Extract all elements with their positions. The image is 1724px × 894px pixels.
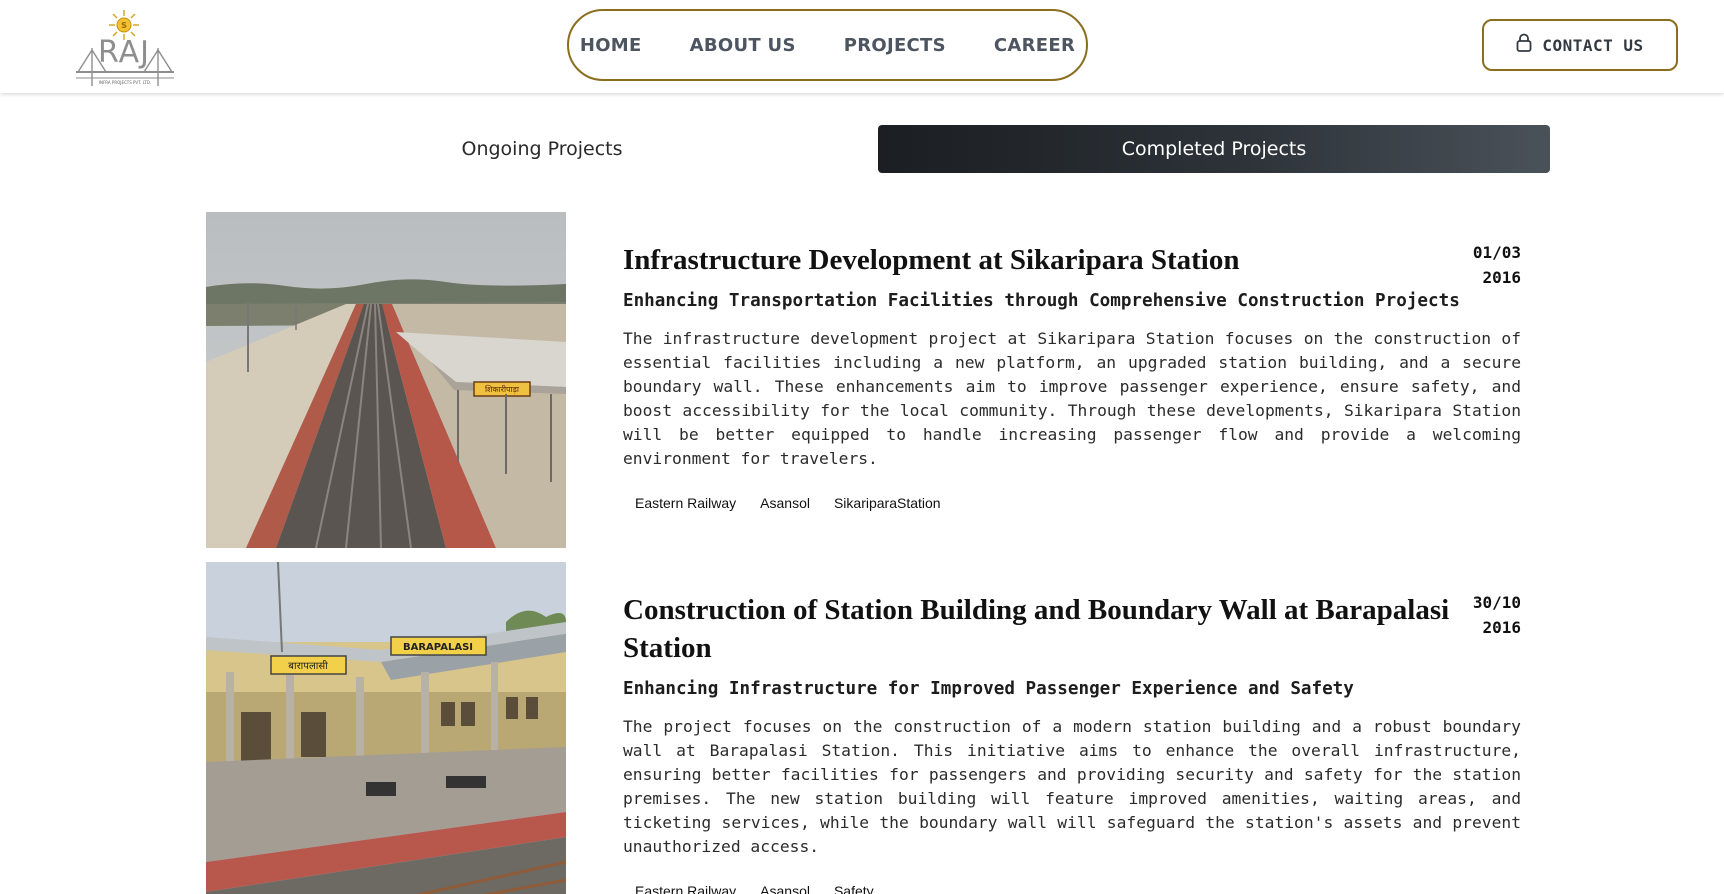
project-tags: Eastern Railway Asansol SikariparaStatio…	[623, 489, 1521, 517]
contact-us-button[interactable]: CONTACT US	[1482, 19, 1678, 71]
project-subtitle: Enhancing Infrastructure for Improved Pa…	[623, 679, 1354, 699]
project-image: बारापलासी BARAPALASI	[206, 562, 566, 894]
project-image: शिकारीपाड़ा	[206, 212, 566, 548]
tab-completed-projects[interactable]: Completed Projects	[878, 125, 1550, 173]
lock-icon	[1516, 33, 1532, 57]
station-sign-hindi: बारापलासी	[288, 660, 328, 672]
logo-mark-icon: S RAJ INFRA PROJECTS PVT. LTD.	[76, 10, 174, 86]
project-content: Infrastructure Development at Sikaripara…	[623, 212, 1521, 517]
main-nav: HOME ABOUT US PROJECTS CAREER	[567, 9, 1088, 81]
tag-safety[interactable]: Safety	[822, 877, 886, 894]
tag-sikaripara-station[interactable]: SikariparaStation	[822, 489, 953, 517]
svg-text:RAJ: RAJ	[98, 35, 150, 70]
project-title: Construction of Station Building and Bou…	[623, 594, 1450, 664]
project-date-year: 2016	[1482, 618, 1521, 637]
station-sign-english: BARAPALASI	[403, 642, 473, 653]
project-description: The infrastructure development project a…	[623, 329, 1521, 468]
tag-eastern-railway[interactable]: Eastern Railway	[623, 877, 748, 894]
project-date-year: 2016	[1482, 268, 1521, 287]
tag-asansol[interactable]: Asansol	[748, 489, 822, 517]
nav-career[interactable]: CAREER	[994, 35, 1075, 56]
project-subtitle: Enhancing Transportation Facilities thro…	[623, 291, 1460, 311]
tag-eastern-railway[interactable]: Eastern Railway	[623, 489, 748, 517]
nav-home[interactable]: HOME	[580, 35, 642, 56]
contact-us-label: CONTACT US	[1542, 35, 1644, 55]
project-date: 01/03 2016	[1473, 240, 1521, 290]
project-content: Construction of Station Building and Bou…	[623, 562, 1521, 894]
tag-asansol[interactable]: Asansol	[748, 877, 822, 894]
project-title: Infrastructure Development at Sikaripara…	[623, 244, 1240, 276]
project-date-day: 01/03	[1472, 243, 1521, 262]
svg-text:INFRA PROJECTS PVT. LTD.: INFRA PROJECTS PVT. LTD.	[99, 80, 151, 85]
project-date: 30/10 2016	[1473, 590, 1521, 640]
company-logo[interactable]: S RAJ INFRA PROJECTS PVT. LTD.	[74, 8, 176, 86]
project-description: The project focuses on the construction …	[623, 717, 1521, 856]
project-card: बारापलासी BARAPALASI Construction of Sta…	[206, 562, 1521, 894]
project-tags: Eastern Railway Asansol Safety	[623, 877, 1521, 894]
tab-ongoing-projects[interactable]: Ongoing Projects	[206, 125, 878, 173]
svg-text:S: S	[121, 21, 127, 30]
nav-about-us[interactable]: ABOUT US	[690, 35, 796, 56]
project-card: शिकारीपाड़ा Infrastructure Development a…	[206, 212, 1521, 548]
nav-projects[interactable]: PROJECTS	[844, 35, 946, 56]
project-date-day: 30/10	[1472, 593, 1521, 612]
station-sign-text: शिकारीपाड़ा	[485, 384, 520, 394]
site-header: S RAJ INFRA PROJECTS PVT. LTD. HOME ABOU…	[0, 0, 1724, 93]
